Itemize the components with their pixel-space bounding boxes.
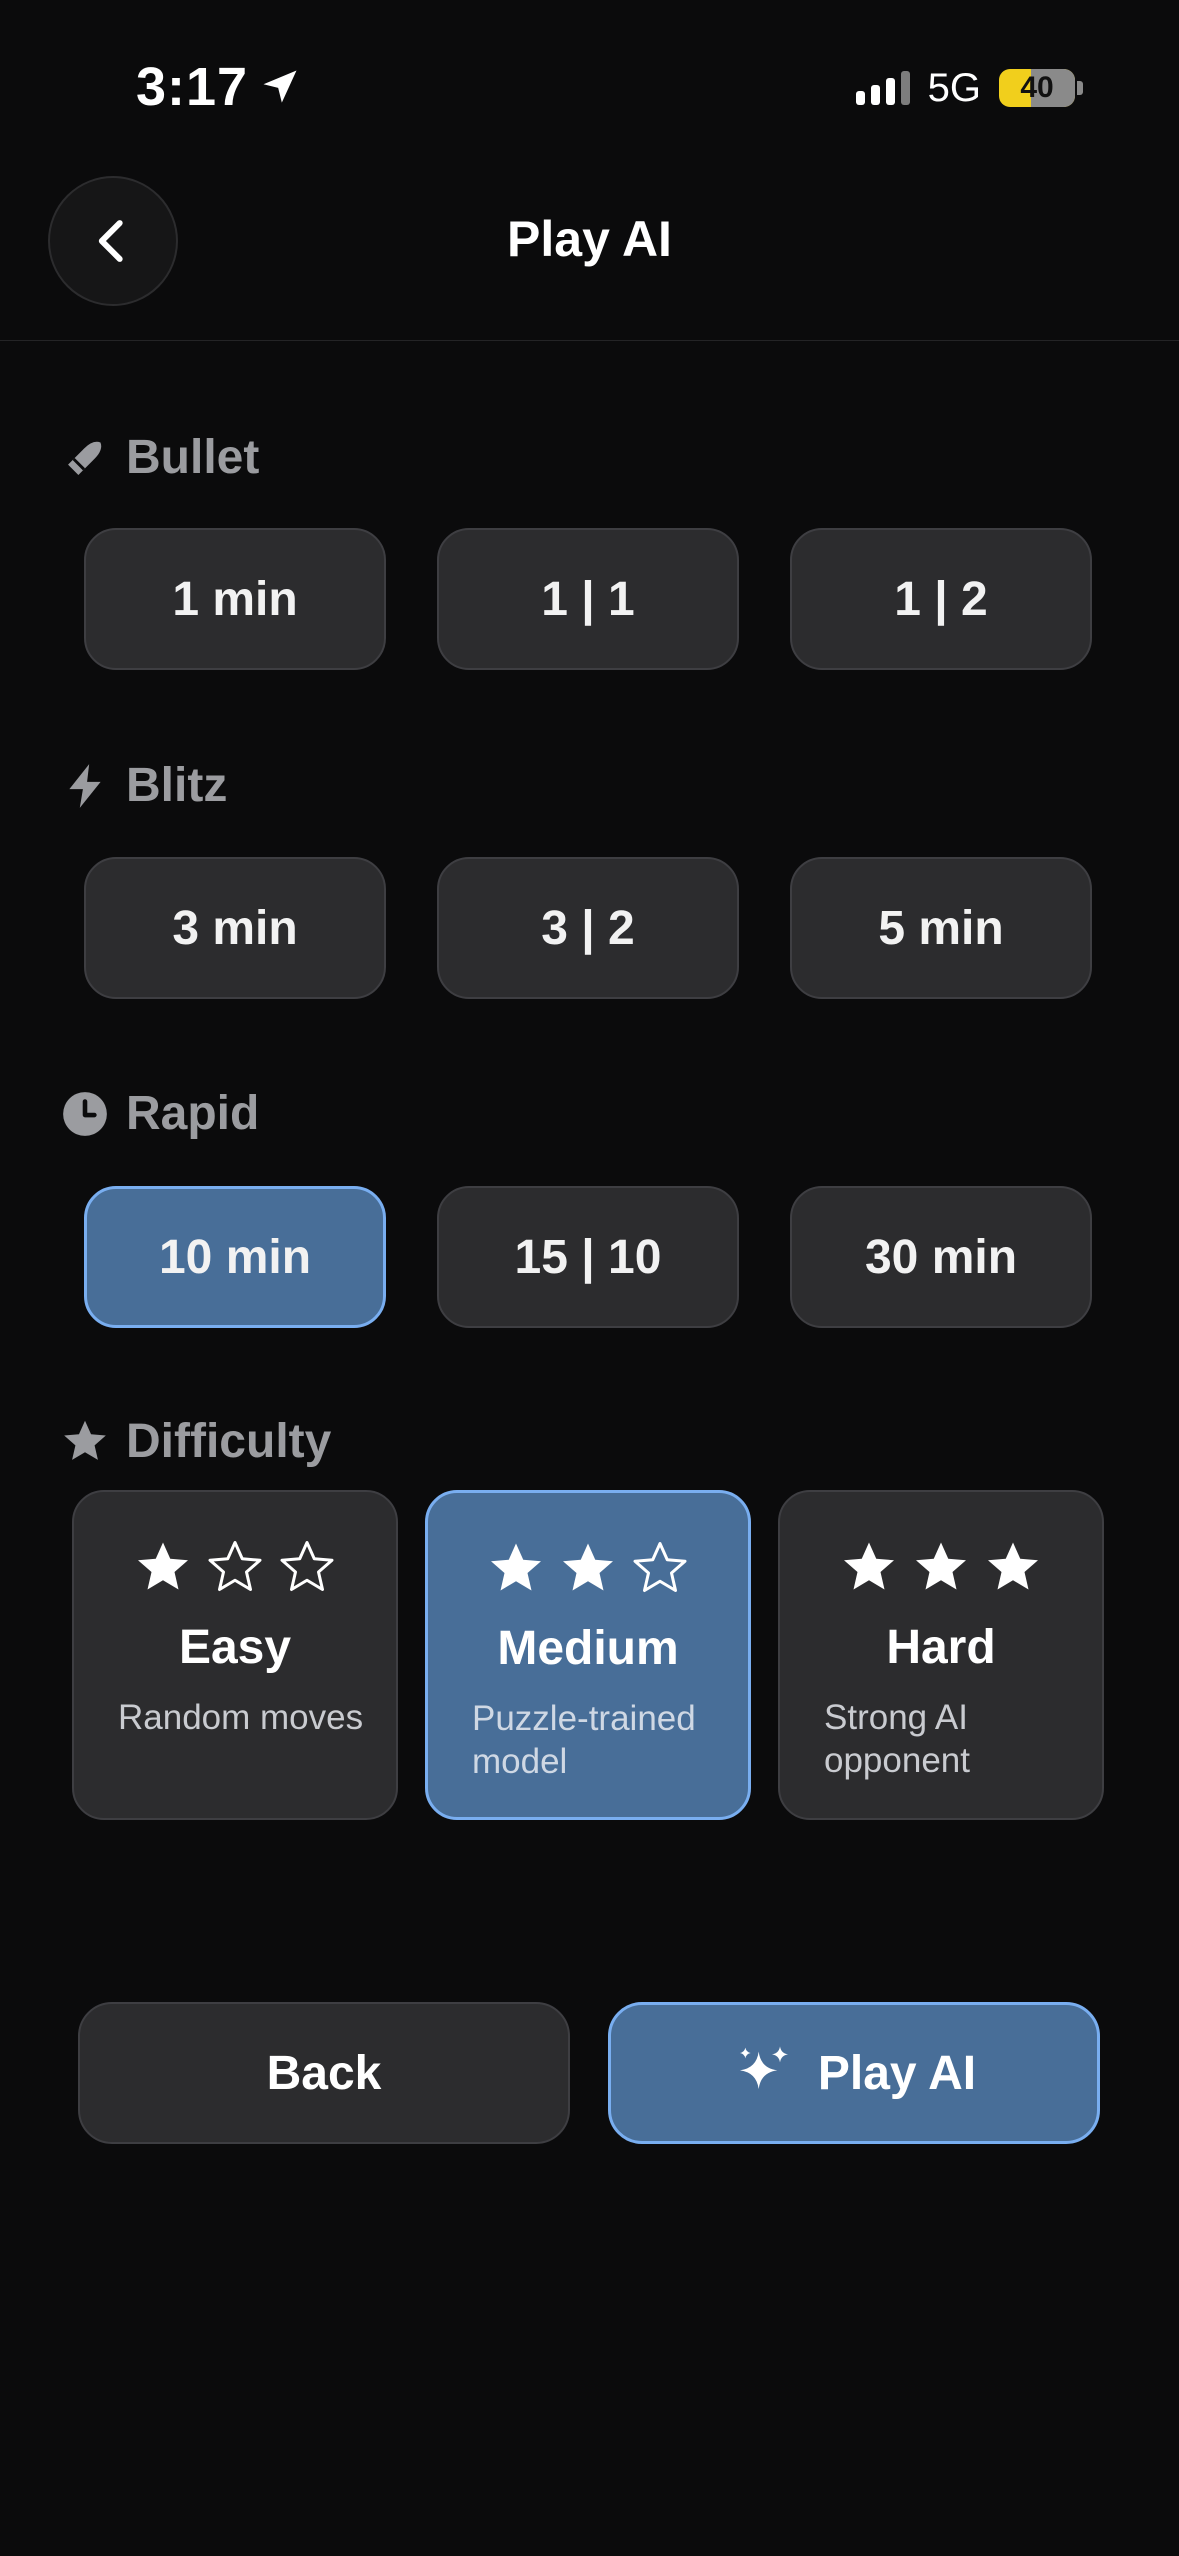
section-title-bullet: Bullet xyxy=(60,430,259,485)
status-time-group: 3:17 xyxy=(136,52,302,122)
difficulty-card-hard[interactable]: Hard Strong AI opponent xyxy=(778,1490,1104,1820)
section-label: Rapid xyxy=(126,1087,260,1140)
time-option-10min[interactable]: 10 min xyxy=(84,1186,386,1328)
section-title-difficulty: Difficulty xyxy=(60,1414,331,1469)
section-label: Bullet xyxy=(126,431,260,484)
play-ai-button[interactable]: Play AI xyxy=(608,2002,1100,2144)
star-filled-icon xyxy=(916,1542,966,1590)
time-option-15-10[interactable]: 15 | 10 xyxy=(437,1186,739,1328)
time-option-5min[interactable]: 5 min xyxy=(790,857,1092,999)
time-option-1min[interactable]: 1 min xyxy=(84,528,386,670)
difficulty-name: Medium xyxy=(497,1622,679,1675)
play-ai-button-label: Play AI xyxy=(817,2046,977,2100)
time-option-30min[interactable]: 30 min xyxy=(790,1186,1092,1328)
lightning-icon xyxy=(60,761,110,811)
difficulty-name: Easy xyxy=(178,1621,292,1674)
network-type: 5G xyxy=(927,65,981,110)
status-time: 3:17 xyxy=(136,57,249,117)
nav-header: Play AI xyxy=(0,150,1179,341)
back-button-label: Back xyxy=(266,2046,382,2100)
clock-icon xyxy=(60,1089,110,1139)
difficulty-description: Strong AI opponent xyxy=(824,1698,970,1780)
battery-icon: 40 xyxy=(999,69,1083,107)
difficulty-description: Random moves xyxy=(118,1698,364,1737)
section-title-blitz: Blitz xyxy=(60,758,227,813)
time-option-3-2[interactable]: 3 | 2 xyxy=(437,857,739,999)
star-outline-icon xyxy=(208,1541,262,1591)
time-option-3min[interactable]: 3 min xyxy=(84,857,386,999)
star-filled-icon xyxy=(491,1543,541,1591)
difficulty-card-easy[interactable]: Easy Random moves xyxy=(72,1490,398,1820)
status-indicators: 5G 40 xyxy=(855,62,1083,114)
star-filled-icon xyxy=(844,1542,894,1590)
location-arrow-icon xyxy=(263,70,297,103)
back-button[interactable]: Back xyxy=(78,2002,570,2144)
difficulty-name: Hard xyxy=(886,1621,996,1674)
star-filled-icon xyxy=(138,1542,188,1590)
star-rating xyxy=(428,1539,748,1599)
difficulty-description: Puzzle-trained model xyxy=(472,1699,696,1781)
status-bar: 3:17 5G 40 xyxy=(0,0,1179,150)
page-title: Play AI xyxy=(507,211,672,267)
section-title-rapid: Rapid xyxy=(60,1086,259,1141)
star-icon xyxy=(60,1417,110,1467)
bullet-icon xyxy=(60,433,110,483)
star-filled-icon xyxy=(988,1542,1038,1590)
sparkles-icon xyxy=(739,2046,788,2089)
star-outline-icon xyxy=(280,1541,334,1591)
cellular-signal-icon xyxy=(855,71,910,105)
time-option-1-2[interactable]: 1 | 2 xyxy=(790,528,1092,670)
time-option-1-1[interactable]: 1 | 1 xyxy=(437,528,739,670)
difficulty-card-medium[interactable]: Medium Puzzle-trained model xyxy=(425,1490,751,1820)
star-filled-icon xyxy=(563,1543,613,1591)
battery-level: 40 xyxy=(1020,71,1054,104)
star-rating xyxy=(780,1538,1102,1598)
section-label: Difficulty xyxy=(126,1415,332,1468)
star-outline-icon xyxy=(633,1542,687,1592)
section-label: Blitz xyxy=(126,759,228,812)
star-rating xyxy=(74,1538,396,1598)
